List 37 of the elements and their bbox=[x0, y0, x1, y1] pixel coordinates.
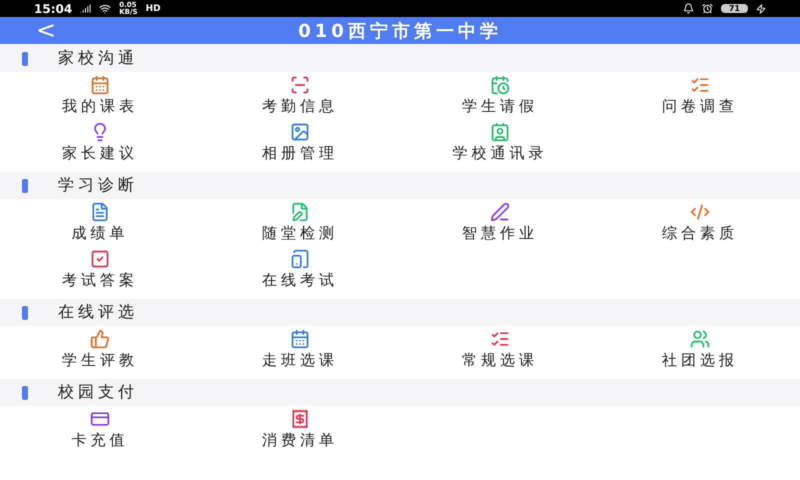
menu-tile[interactable]: 综合素质 bbox=[600, 199, 800, 246]
menu-tile[interactable]: 成绩单 bbox=[0, 199, 200, 246]
menu-tile[interactable]: 卡充值 bbox=[0, 406, 200, 453]
menu-tile[interactable]: 学生评教 bbox=[0, 326, 200, 373]
section-title: 在线评选 bbox=[58, 302, 138, 323]
menu-tile[interactable]: 社团选报 bbox=[600, 326, 800, 373]
menu-tile[interactable]: 考勤信息 bbox=[200, 72, 400, 119]
menu-tile[interactable]: 相册管理 bbox=[200, 119, 400, 166]
page-title: 010西宁市第一中学 bbox=[297, 20, 503, 42]
clock-time: 15:04 bbox=[34, 2, 72, 16]
section-marker bbox=[22, 306, 28, 320]
back-button[interactable]: < bbox=[0, 17, 90, 44]
menu-tile[interactable]: 我的课表 bbox=[0, 72, 200, 119]
menu-tile[interactable]: 学校通讯录 bbox=[400, 119, 600, 166]
bell-icon bbox=[682, 3, 694, 14]
section-marker bbox=[22, 178, 28, 192]
menu-tile[interactable]: 常规选课 bbox=[400, 326, 600, 373]
section-marker bbox=[22, 52, 28, 66]
section-title: 家校沟通 bbox=[58, 48, 138, 69]
menu-tile[interactable]: 走班选课 bbox=[200, 326, 400, 373]
menu-tile[interactable]: 家长建议 bbox=[0, 119, 200, 166]
section-title: 校园支付 bbox=[58, 382, 138, 403]
wifi-icon bbox=[99, 2, 112, 14]
alarm-icon bbox=[702, 3, 713, 14]
menu-tile[interactable]: 消费清单 bbox=[200, 406, 400, 453]
section-title: 学习诊断 bbox=[58, 175, 138, 196]
battery-level: 71 bbox=[720, 4, 748, 13]
network-label: HD bbox=[146, 4, 161, 14]
menu-tile[interactable]: 考试答案 bbox=[0, 246, 200, 293]
charging-icon bbox=[756, 4, 766, 14]
menu-tile[interactable]: 智慧作业 bbox=[400, 199, 600, 246]
section-marker bbox=[22, 386, 28, 400]
signal-icon bbox=[80, 3, 92, 14]
menu-tile[interactable]: 学生请假 bbox=[400, 72, 600, 119]
menu-tile[interactable]: 随堂检测 bbox=[200, 199, 400, 246]
menu-tile[interactable]: 在线考试 bbox=[200, 246, 400, 293]
menu-tile[interactable]: 问卷调查 bbox=[600, 72, 800, 119]
